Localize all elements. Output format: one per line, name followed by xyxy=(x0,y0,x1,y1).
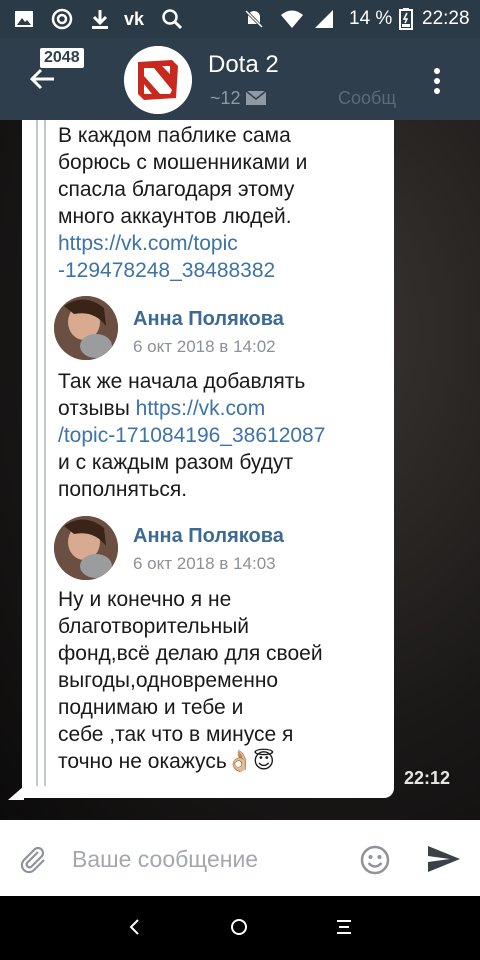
bubble-tail xyxy=(8,786,24,800)
text-line: В каждом паблике сама xyxy=(58,124,291,147)
link-line[interactable]: -129478248_38488382 xyxy=(58,257,307,284)
text-line: фонд,всё делаю для своей xyxy=(58,642,323,665)
post-date: 6 окт 2018 в 14:02 xyxy=(133,337,276,356)
author-name[interactable]: Анна Полякова xyxy=(133,308,284,331)
text-line: себе ,так что в минусе я xyxy=(58,723,294,746)
link-line[interactable]: https://vk.com/topic xyxy=(58,230,307,257)
text-line: благотворительный xyxy=(58,615,250,638)
text-line: выгоды,одновременно xyxy=(58,669,279,692)
member-count-value: ~12 xyxy=(210,88,241,108)
message-text-block-3: Ну и конечно я не благотворительный фонд… xyxy=(58,586,323,775)
text-line: Так же начала добавлять xyxy=(58,370,306,393)
chat-background: В каждом паблике сама борюсь с мошенника… xyxy=(0,120,480,820)
wifi-icon xyxy=(280,7,304,31)
battery-percent: 14 % xyxy=(349,8,393,29)
author-avatar[interactable] xyxy=(54,516,118,580)
smiley-icon[interactable] xyxy=(359,844,391,876)
signal-icon xyxy=(312,7,336,31)
more-options-icon[interactable] xyxy=(430,66,444,96)
back-arrow-icon[interactable] xyxy=(28,64,58,94)
text-line: Ну и конечно я не xyxy=(58,588,232,611)
download-icon xyxy=(88,7,112,31)
mute-icon xyxy=(242,7,266,31)
at-icon xyxy=(50,7,74,31)
author-name[interactable]: Анна Полякова xyxy=(133,525,284,548)
topic-link-1[interactable]: https://vk.com/topic -129478248_38488382 xyxy=(58,230,307,284)
battery-icon xyxy=(394,7,418,31)
text-line: борюсь с мошенниками и xyxy=(58,151,308,174)
text-line: отзывы https://vk.com xyxy=(58,395,325,422)
chat-title: Dota 2 xyxy=(208,51,279,78)
image-icon xyxy=(12,7,36,31)
author-avatar[interactable] xyxy=(54,296,118,360)
topic-link-2-cont[interactable]: /topic-171084196_38612087 xyxy=(58,422,325,449)
message-text-block-2: Так же начала добавлять отзывы https://v… xyxy=(58,368,325,503)
paperclip-icon[interactable] xyxy=(18,844,48,874)
text-fragment: отзывы xyxy=(58,397,136,420)
text-line: точно не окажусь👌🏼😇 xyxy=(58,748,323,775)
message-time: 22:12 xyxy=(404,768,451,788)
vk-icon: vk xyxy=(123,8,145,29)
forward-quote-bar-inner xyxy=(44,120,46,786)
forward-quote-bar xyxy=(36,120,38,786)
unread-badge: 2048 xyxy=(40,48,84,68)
status-bar: vk 14 % 22:28 xyxy=(0,0,480,38)
system-nav-bar xyxy=(0,896,480,960)
group-avatar[interactable] xyxy=(124,46,192,114)
text-line: много аккаунтов людей. xyxy=(58,205,292,228)
member-count: ~12 xyxy=(210,88,267,109)
search-icon xyxy=(160,7,184,31)
message-input[interactable] xyxy=(70,842,344,876)
text-line: и с каждым разом будут xyxy=(58,451,294,474)
text-line: спасла благодаря этому xyxy=(58,178,295,201)
emoji: 👌🏼😇 xyxy=(226,750,275,773)
message-composer xyxy=(0,820,480,896)
nav-back-icon[interactable] xyxy=(124,916,146,938)
send-icon[interactable] xyxy=(426,844,462,874)
post-date: 6 окт 2018 в 14:03 xyxy=(133,554,276,573)
nav-recent-apps-icon[interactable] xyxy=(333,916,355,938)
topic-link-2[interactable]: https://vk.com xyxy=(136,397,266,420)
clock: 22:28 xyxy=(422,8,470,29)
text-fragment: точно не окажусь xyxy=(58,750,227,773)
nav-home-icon[interactable] xyxy=(228,916,250,938)
header-subtitle-text: Сообщ xyxy=(338,88,397,108)
text-line: поднимаю и тебе и xyxy=(58,696,244,719)
chat-header: 2048 Dota 2 ~12 Сообщ xyxy=(0,38,480,120)
message-text-block-1: В каждом паблике сама борюсь с мошенника… xyxy=(58,122,307,284)
text-line: пополняться. xyxy=(58,478,188,501)
